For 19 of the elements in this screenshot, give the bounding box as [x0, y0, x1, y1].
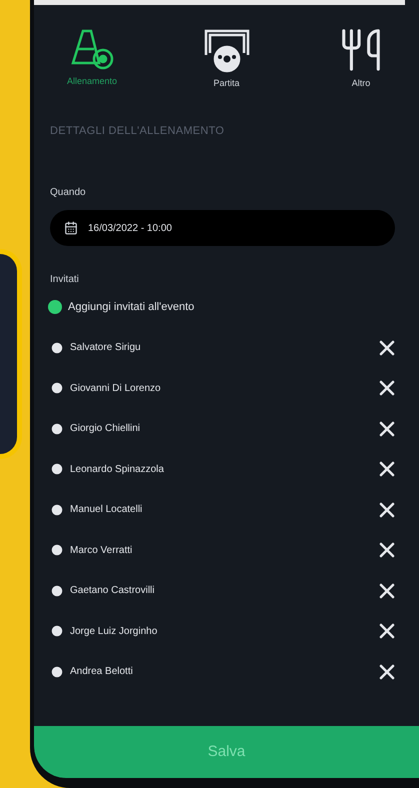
invited-name: Marco Verratti	[70, 544, 134, 558]
invited-name: Andrea Belotti	[70, 665, 134, 680]
invited-name: Giorgio Chiellini	[70, 422, 142, 436]
calendar-icon	[64, 221, 78, 235]
invited-label: Invitati	[50, 273, 80, 287]
invited-name: Leonardo Spinazzola	[70, 462, 165, 477]
invited-name: Giovanni Di Lorenzo	[70, 382, 162, 396]
category-tab[interactable]: Altro	[321, 27, 401, 90]
add-invited-button[interactable]: Aggiungi invitati all'evento	[48, 299, 403, 316]
category-tab[interactable]: Allenamento	[52, 27, 132, 90]
when-label: Quando	[50, 186, 87, 200]
invited-name: Salvatore Sirigu	[70, 341, 142, 356]
invited-name: Gaetano Castrovilli	[70, 584, 156, 598]
invited-name: Manuel Locatelli	[70, 503, 144, 518]
invited-name: Jorge Luiz Jorginho	[70, 624, 158, 639]
category-tab[interactable]: Partita	[186, 27, 266, 90]
cone-ball-icon	[69, 27, 115, 71]
date-field[interactable]: 16/03/2022 - 10:00	[50, 210, 395, 246]
section-title: DETTAGLI DELL'ALLENAMENTO	[50, 124, 226, 138]
